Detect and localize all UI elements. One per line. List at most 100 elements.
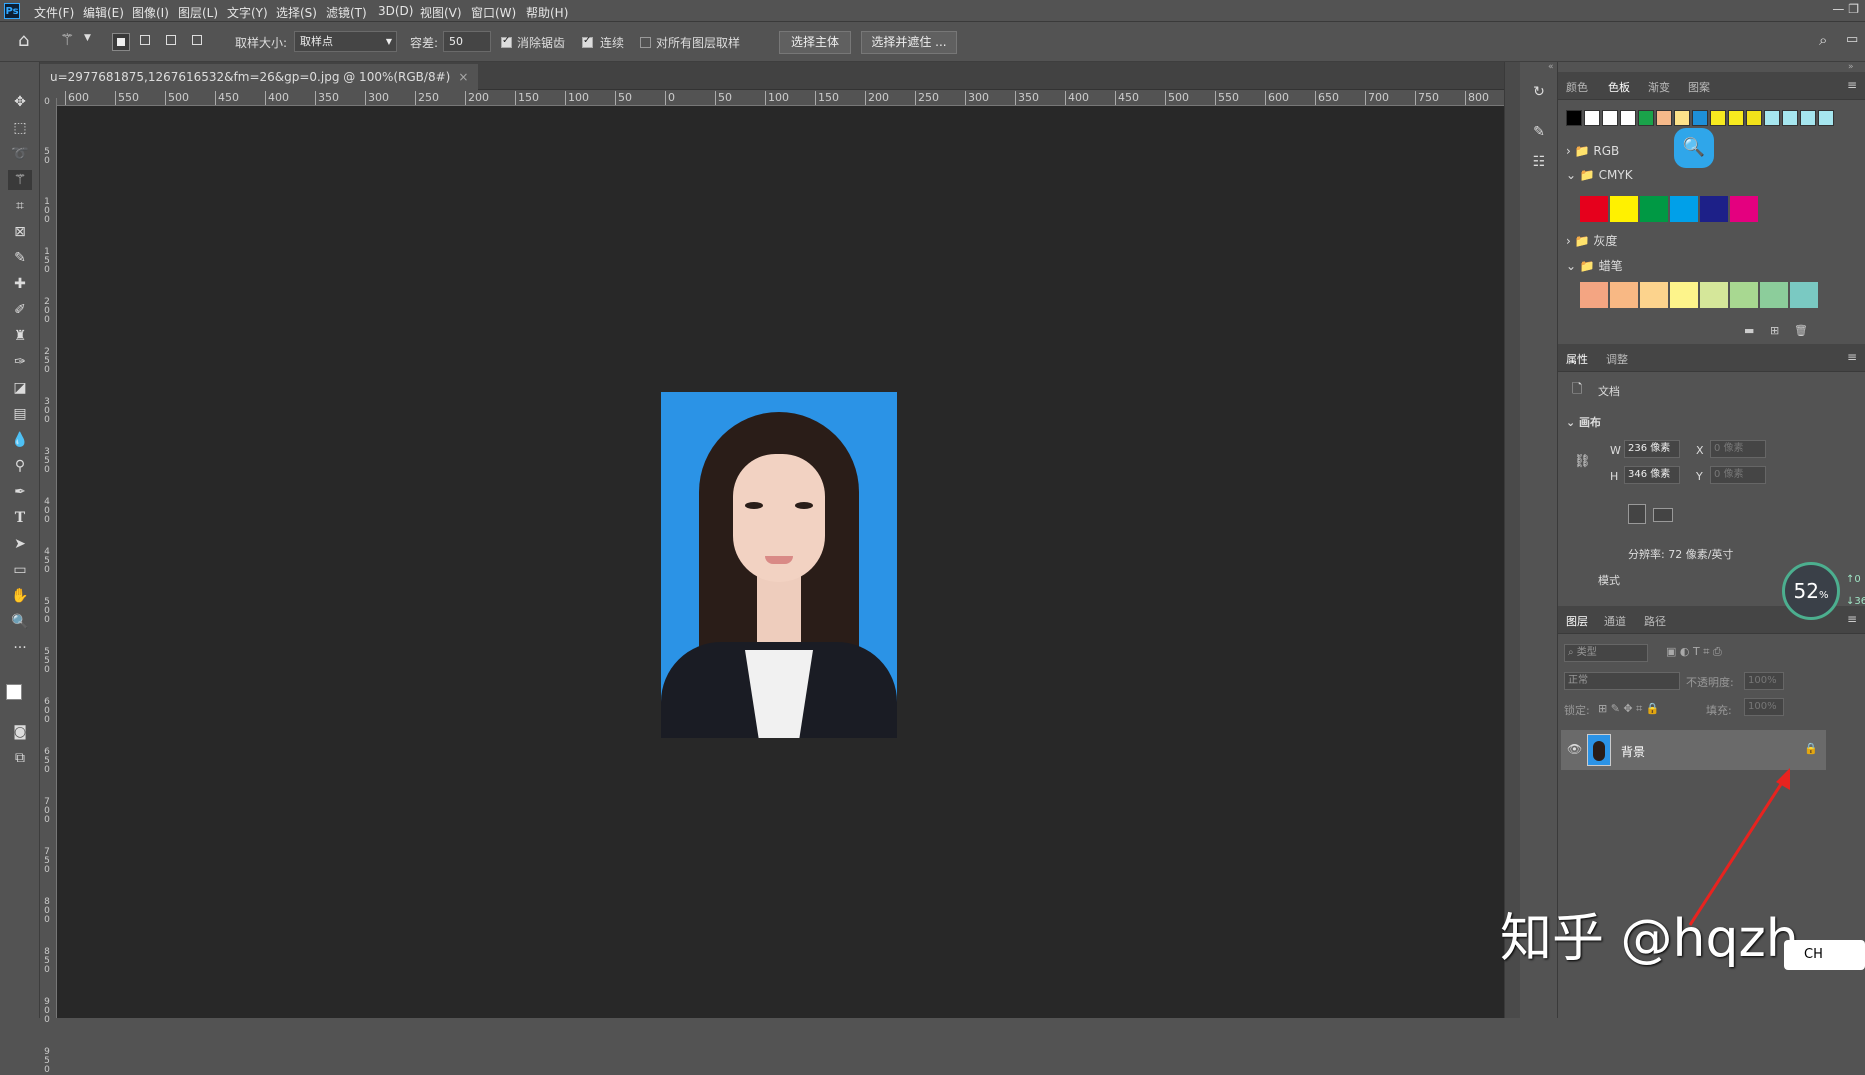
sample-size-select[interactable]: 取样点 ▼: [294, 31, 397, 52]
close-icon[interactable]: ×: [458, 70, 468, 84]
history-panel-icon[interactable]: ↻: [1529, 84, 1549, 104]
portrait-orientation-icon[interactable]: [1628, 504, 1646, 524]
swatch[interactable]: [1730, 196, 1758, 222]
swatch[interactable]: [1638, 110, 1654, 126]
link-icon[interactable]: ⛓: [1574, 454, 1591, 469]
menu-help[interactable]: 帮助(H): [526, 4, 568, 21]
magic-wand-tool-icon[interactable]: ⚚: [8, 170, 32, 190]
foreground-color-swatch[interactable]: [6, 684, 22, 700]
tab-layers[interactable]: 图层: [1566, 613, 1588, 629]
swatch[interactable]: [1710, 110, 1726, 126]
search-icon[interactable]: 🔍: [1674, 128, 1714, 168]
menu-filter[interactable]: 滤镜(T): [326, 4, 367, 21]
blur-tool-icon[interactable]: 💧: [8, 430, 32, 450]
adjustments-panel-icon[interactable]: ☷: [1529, 154, 1549, 174]
stamp-tool-icon[interactable]: ♜: [8, 326, 32, 346]
swatch[interactable]: [1700, 196, 1728, 222]
more-tools-icon[interactable]: ···: [8, 638, 32, 658]
swatch[interactable]: [1760, 282, 1788, 308]
window-controls[interactable]: — ❐: [1832, 2, 1859, 16]
subtract-selection-button[interactable]: [164, 33, 182, 51]
new-group-icon[interactable]: ▬: [1744, 324, 1754, 337]
chevron-down-icon[interactable]: ▼: [84, 33, 91, 43]
contiguous-checkbox[interactable]: [582, 35, 593, 48]
eyedropper-tool-icon[interactable]: ✎: [8, 248, 32, 268]
tab-channels[interactable]: 通道: [1604, 613, 1626, 629]
canvas-y-input[interactable]: 0 像素: [1710, 466, 1766, 484]
menu-layer[interactable]: 图层(L): [178, 4, 218, 21]
menu-image[interactable]: 图像(I): [132, 4, 169, 21]
magic-wand-icon[interactable]: ⚚: [60, 30, 74, 49]
canvas-height-input[interactable]: 346 像素: [1624, 466, 1680, 484]
visibility-eye-icon[interactable]: 👁: [1567, 742, 1582, 756]
canvas-width-input[interactable]: 236 像素: [1624, 440, 1680, 458]
marquee-tool-icon[interactable]: ⬚: [8, 118, 32, 138]
tab-properties[interactable]: 属性: [1566, 351, 1588, 367]
hand-tool-icon[interactable]: ✋: [8, 586, 32, 606]
swatch[interactable]: [1610, 282, 1638, 308]
swatch[interactable]: [1730, 282, 1758, 308]
antialias-checkbox[interactable]: [501, 35, 512, 48]
dodge-tool-icon[interactable]: ⚲: [8, 456, 32, 476]
canvas-section-header[interactable]: ⌄ 画布: [1566, 414, 1601, 430]
tab-gradients[interactable]: 渐变: [1648, 79, 1670, 95]
menu-select[interactable]: 选择(S): [276, 4, 317, 21]
swatch[interactable]: [1818, 110, 1834, 126]
fill-input[interactable]: 100%: [1744, 698, 1784, 716]
collapse-panels-icon[interactable]: «: [1548, 62, 1554, 72]
lock-icon[interactable]: 🔒: [1804, 742, 1818, 755]
new-selection-button[interactable]: [112, 33, 130, 51]
swatch[interactable]: [1790, 282, 1818, 308]
blend-mode-select[interactable]: 正常: [1564, 672, 1680, 690]
swatch[interactable]: [1692, 110, 1708, 126]
swatch[interactable]: [1700, 282, 1728, 308]
canvas-area[interactable]: [57, 106, 1504, 1018]
swatch[interactable]: [1602, 110, 1618, 126]
swatch[interactable]: [1674, 110, 1690, 126]
document-tab[interactable]: u=2977681875,1267616532&fm=26&gp=0.jpg @…: [40, 64, 479, 90]
search-icon[interactable]: ⌕: [1819, 31, 1827, 49]
swatch[interactable]: [1580, 282, 1608, 308]
delete-icon[interactable]: 🗑: [1794, 324, 1808, 337]
sample-all-layers-checkbox[interactable]: [640, 37, 651, 48]
workspace-icon[interactable]: ▭: [1846, 32, 1858, 47]
panel-collapse-gutter[interactable]: [1504, 62, 1520, 1018]
crop-tool-icon[interactable]: ⌗: [8, 196, 32, 216]
brush-settings-icon[interactable]: ✎: [1529, 124, 1549, 144]
swatch[interactable]: [1620, 110, 1636, 126]
swatch-group-rgb[interactable]: › 📁 RGB: [1566, 144, 1619, 158]
new-swatch-icon[interactable]: ⊞: [1770, 324, 1779, 337]
tab-swatches[interactable]: 色板: [1608, 79, 1630, 95]
gradient-tool-icon[interactable]: ▤: [8, 404, 32, 424]
panel-menu-icon[interactable]: ≡: [1847, 612, 1857, 626]
swatch[interactable]: [1640, 282, 1668, 308]
intersect-selection-button[interactable]: [190, 33, 208, 51]
panel-menu-icon[interactable]: ≡: [1847, 78, 1857, 92]
lasso-tool-icon[interactable]: ➰: [8, 144, 32, 164]
quick-mask-icon[interactable]: ◙: [8, 722, 32, 742]
layer-filter-select[interactable]: ⌕ 类型: [1564, 644, 1648, 662]
home-icon[interactable]: ⌂: [18, 30, 29, 51]
type-tool-icon[interactable]: T: [8, 508, 32, 528]
swatch[interactable]: [1566, 110, 1582, 126]
swatch-group-crayon[interactable]: ⌄ 📁 蜡笔: [1566, 257, 1623, 274]
swatch[interactable]: [1782, 110, 1798, 126]
history-brush-tool-icon[interactable]: ✑: [8, 352, 32, 372]
swatch-group-cmyk[interactable]: ⌄ 📁 CMYK: [1566, 168, 1633, 182]
brush-tool-icon[interactable]: ✐: [8, 300, 32, 320]
swatch[interactable]: [1584, 110, 1600, 126]
tab-patterns[interactable]: 图案: [1688, 79, 1710, 95]
menu-3d[interactable]: 3D(D): [378, 4, 413, 18]
tab-paths[interactable]: 路径: [1644, 613, 1666, 629]
select-and-mask-button[interactable]: 选择并遮住 ...: [861, 31, 957, 54]
move-tool-icon[interactable]: ✥: [8, 92, 32, 112]
rectangle-tool-icon[interactable]: ▭: [8, 560, 32, 580]
menu-edit[interactable]: 编辑(E): [83, 4, 124, 21]
path-selection-tool-icon[interactable]: ➤: [8, 534, 32, 554]
swatch[interactable]: [1670, 196, 1698, 222]
pen-tool-icon[interactable]: ✒: [8, 482, 32, 502]
swatch[interactable]: [1746, 110, 1762, 126]
swatch[interactable]: [1800, 110, 1816, 126]
tolerance-input[interactable]: 50: [443, 31, 491, 52]
healing-brush-tool-icon[interactable]: ✚: [8, 274, 32, 294]
